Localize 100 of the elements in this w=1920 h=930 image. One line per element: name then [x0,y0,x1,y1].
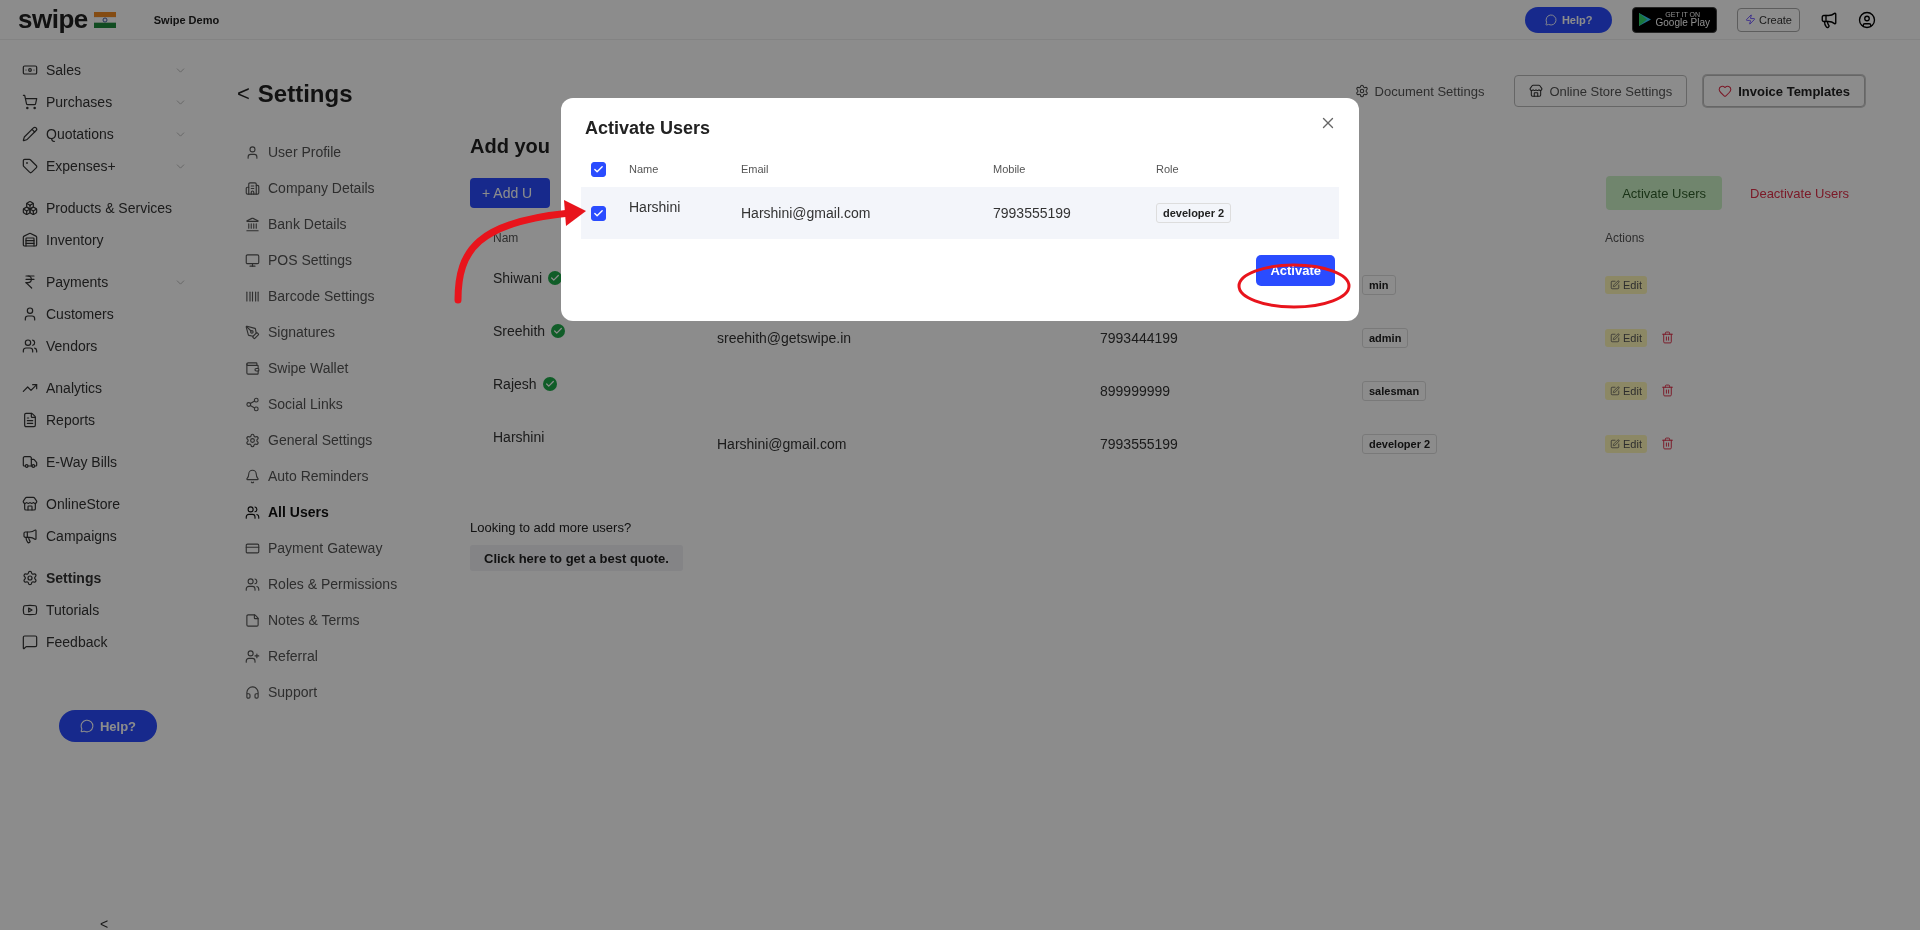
edit-icon [1610,332,1620,343]
sidebar-item[interactable]: Vendors [22,330,187,362]
edit-button[interactable]: Edit [1605,434,1647,453]
delete-button[interactable] [1660,331,1674,344]
store-icon [1529,84,1544,98]
deactivate-users-button[interactable]: Deactivate Users [1744,176,1855,210]
settings-menu-item[interactable]: Signatures [245,314,470,350]
create-button[interactable]: Create [1736,7,1800,32]
edit-button[interactable]: Edit [1605,275,1647,294]
settings-button[interactable]: Online Store Settings [1514,75,1688,107]
sidebar-item[interactable]: Campaigns [22,520,187,552]
table-cell: 7993444199 [1100,329,1178,346]
table-cell: 7993555199 [993,205,1071,221]
checkbox[interactable] [591,161,606,177]
sidebar-item[interactable]: Customers [22,298,187,330]
sidebar-item[interactable]: Settings [22,562,187,594]
sidebar-item[interactable]: Tutorials [22,594,187,626]
settings-menu-item[interactable]: Notes & Terms [245,602,470,638]
company-name[interactable]: Swipe Demo [153,13,220,26]
building-icon [245,180,260,196]
settings-menu-item[interactable]: Referral [245,638,470,674]
column-header: Mobile [993,163,1026,175]
sidebar-item[interactable]: Expenses+ [22,150,187,182]
settings-menu-item[interactable]: All Users [245,494,470,530]
column-header: Name [629,163,659,175]
monitor-icon [245,252,260,268]
edit-button[interactable]: Edit [1605,328,1647,347]
pen-icon [245,324,260,340]
column-header: Email [741,163,769,175]
sidebar-item[interactable]: Analytics [22,372,187,404]
settings-menu-item[interactable]: General Settings [245,422,470,458]
person-icon [245,144,260,160]
sidebar-item[interactable]: Quotations [22,118,187,150]
collapse-button[interactable]: < [100,918,109,930]
bank-icon [245,216,260,232]
edit-icon [1610,279,1620,290]
settings-menu-item[interactable]: Roles & Permissions [245,566,470,602]
bell-icon [245,468,260,484]
sidebar-item[interactable]: Reports [22,404,187,436]
settings-menu-item[interactable]: Payment Gateway [245,530,470,566]
edit-icon [1610,385,1620,396]
column-header: Role [1156,163,1179,175]
delete-button[interactable] [1660,384,1674,397]
checkmark-icon [593,207,604,219]
sidebar-item[interactable]: Products & Services [22,192,187,224]
role-tag: salesman [1362,380,1427,401]
activate-users-button[interactable]: Activate Users [1606,176,1722,210]
help-button[interactable]: Help? [1524,6,1613,33]
section-title: Add you [470,135,550,158]
checkbox[interactable] [591,205,606,221]
sidebar-item[interactable]: OnlineStore [22,488,187,520]
settings-menu-item[interactable]: Swipe Wallet [245,350,470,386]
sidebar-item[interactable]: E-Way Bills [22,446,187,478]
role-tag: developer 2 [1156,203,1232,223]
settings-menu-item[interactable]: Social Links [245,386,470,422]
settings-menu-item[interactable]: Company Details [245,170,470,206]
table-cell: Harshini@gmail.com [741,205,871,221]
sidebar-item[interactable]: Inventory [22,224,187,256]
trash-icon [1660,331,1674,344]
quote-button[interactable]: Click here to get a best quote. [470,545,683,571]
table-cell: Harshini@gmail.com [717,435,847,452]
sidebar-item[interactable]: Payments [22,266,187,298]
edit-button[interactable]: Edit [1605,381,1647,400]
gear-icon [1354,84,1369,98]
chat-icon [79,719,94,733]
warehouse-icon [22,232,38,248]
settings-menu-item[interactable]: POS Settings [245,242,470,278]
add-user-button[interactable]: + Add U [470,178,550,208]
truck-icon [22,454,38,470]
note-icon [245,612,260,628]
user-name: Shiwani [493,270,543,286]
sidebar-item[interactable]: Feedback [22,626,187,658]
settings-button[interactable]: Invoice Templates [1703,75,1865,107]
people-icon [245,576,260,592]
checkmark-icon [593,163,604,175]
trash-icon [1660,437,1674,450]
settings-menu-item[interactable]: User Profile [245,134,470,170]
back-button[interactable]: < [237,81,250,107]
banknote-icon [22,62,38,78]
settings-menu-item[interactable]: Bank Details [245,206,470,242]
user-name: Harshini [629,198,681,215]
share-icon [245,396,260,412]
settings-menu-item[interactable]: Auto Reminders [245,458,470,494]
rupee-icon [22,274,38,290]
delete-button[interactable] [1660,437,1674,450]
account-button[interactable] [1858,10,1876,29]
cart-icon [22,94,38,110]
sidebar-item[interactable]: Sales [22,54,187,86]
activate-button[interactable]: Activate [1256,255,1335,286]
gear-icon [245,432,260,448]
column-header: Actions [1605,231,1645,245]
announcement-button[interactable] [1820,10,1838,29]
table-cell: sreehith@getswipe.in [717,329,852,346]
role-tag: admin [1362,327,1409,348]
settings-menu-item[interactable]: Barcode Settings [245,278,470,314]
sidebar-item[interactable]: Purchases [22,86,187,118]
help-button[interactable]: Help? [59,710,157,742]
settings-menu-item[interactable]: Support [245,674,470,710]
chat-icon [22,634,38,650]
role-tag: developer 2 [1362,433,1438,454]
